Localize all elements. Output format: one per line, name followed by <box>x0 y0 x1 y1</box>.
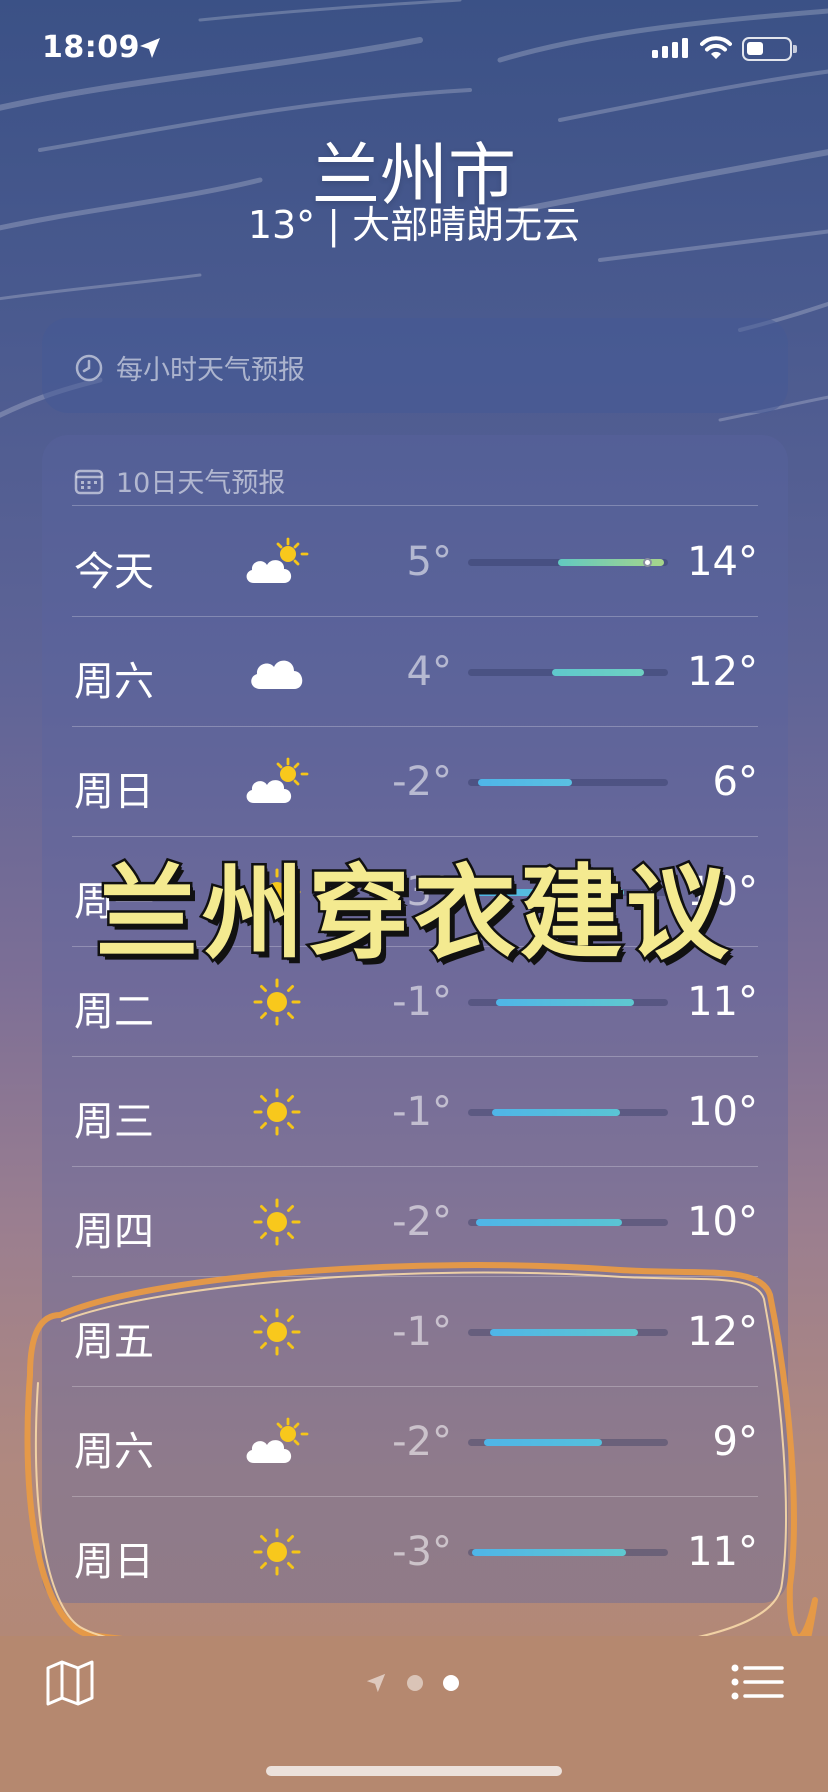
high-temperature: 6° <box>712 759 758 805</box>
low-temperature: 5° <box>406 539 452 585</box>
page-indicator[interactable] <box>365 1672 459 1694</box>
ten-day-forecast-header: 10日天气预报 <box>74 461 285 500</box>
battery-icon <box>742 37 797 61</box>
forecast-row[interactable]: 周日 -3° 11° <box>72 1497 758 1607</box>
forecast-day-label: 周四 <box>74 1209 154 1255</box>
high-temperature: 10° <box>687 1199 758 1245</box>
low-temperature: -1° <box>392 979 452 1025</box>
ten-day-forecast-card[interactable]: 10日天气预报 今天 5° 14° 周六 4° 12° 周日 -2° 6° 周一 -3° 10° 周二 -… <box>42 435 788 1603</box>
forecast-day-label: 周五 <box>74 1319 154 1365</box>
status-time: 18:09 <box>42 30 140 65</box>
temperature-range-fill <box>552 669 644 676</box>
temperature-range-bar <box>468 999 668 1006</box>
low-temperature: -2° <box>392 1199 452 1245</box>
temperature-range-bar <box>468 1329 668 1336</box>
location-arrow-icon <box>140 38 160 58</box>
high-temperature: 11° <box>687 1529 758 1575</box>
forecast-row[interactable]: 周五 -1° 12° <box>72 1277 758 1387</box>
forecast-row[interactable]: 周六 4° 12° <box>72 617 758 727</box>
ten-day-forecast-title: 10日天气预报 <box>116 468 286 499</box>
divider <box>72 505 758 506</box>
forecast-day-label: 今天 <box>74 549 154 595</box>
forecast-day-label: 周二 <box>74 989 154 1035</box>
temperature-range-fill <box>490 1329 638 1336</box>
temperature-range-bar <box>468 1109 668 1116</box>
overlay-caption: 兰州穿衣建议 <box>94 853 732 977</box>
hourly-forecast-header: 每小时天气预报 <box>74 348 305 387</box>
current-location-arrow-icon <box>366 1673 386 1693</box>
status-bar: 18:09 <box>0 0 828 100</box>
forecast-row[interactable]: 今天 5° 14° <box>72 507 758 617</box>
forecast-row[interactable]: 周四 -2° 10° <box>72 1167 758 1277</box>
partly-sunny-icon <box>244 537 310 587</box>
temperature-range-fill <box>476 1219 622 1226</box>
page-dot-active[interactable] <box>443 1675 459 1691</box>
sun-icon <box>244 977 310 1027</box>
temperature-range-fill <box>492 1109 620 1116</box>
high-temperature: 12° <box>687 1309 758 1355</box>
temperature-range-fill <box>496 999 634 1006</box>
temperature-range-bar <box>468 779 668 786</box>
temperature-range-bar <box>468 558 668 567</box>
calendar-icon <box>74 469 104 494</box>
hourly-forecast-title: 每小时天气预报 <box>116 355 305 386</box>
sun-icon <box>244 1307 310 1357</box>
forecast-day-label: 周六 <box>74 659 154 705</box>
forecast-day-label: 周三 <box>74 1099 154 1145</box>
high-temperature: 11° <box>687 979 758 1025</box>
sun-icon <box>244 1527 310 1577</box>
current-conditions: 13° | 大部晴朗无云 <box>247 203 581 247</box>
bottom-toolbar <box>0 1636 828 1792</box>
sun-icon <box>244 1087 310 1137</box>
forecast-day-label: 周日 <box>74 1539 154 1585</box>
hourly-forecast-card[interactable]: 每小时天气预报 <box>42 318 788 413</box>
low-temperature: -1° <box>392 1309 452 1355</box>
wifi-icon <box>700 36 732 59</box>
cloud-icon <box>244 647 310 697</box>
list-icon[interactable] <box>730 1658 786 1706</box>
high-temperature: 10° <box>687 1089 758 1135</box>
map-icon[interactable] <box>44 1658 96 1706</box>
forecast-day-label: 周六 <box>74 1429 154 1475</box>
temperature-range-bar <box>468 1549 668 1556</box>
low-temperature: -2° <box>392 1419 452 1465</box>
sun-icon <box>244 1197 310 1247</box>
partly-sunny-icon <box>244 1417 310 1467</box>
temperature-range-bar <box>468 1219 668 1226</box>
forecast-day-label: 周日 <box>74 769 154 815</box>
high-temperature: 14° <box>687 539 758 585</box>
current-temperature-marker <box>643 558 652 567</box>
low-temperature: -2° <box>392 759 452 805</box>
home-indicator <box>266 1766 562 1776</box>
forecast-row[interactable]: 周日 -2° 6° <box>72 727 758 837</box>
temperature-range-fill <box>484 1439 602 1446</box>
temperature-range-fill <box>478 779 572 786</box>
high-temperature: 9° <box>712 1419 758 1465</box>
cellular-signal-icon <box>652 38 688 58</box>
forecast-row[interactable]: 周六 -2° 9° <box>72 1387 758 1497</box>
low-temperature: 4° <box>406 649 452 695</box>
page-dot[interactable] <box>407 1675 423 1691</box>
low-temperature: -1° <box>392 1089 452 1135</box>
high-temperature: 12° <box>687 649 758 695</box>
clock-icon <box>75 354 103 381</box>
partly-sunny-icon <box>244 757 310 807</box>
forecast-row[interactable]: 周三 -1° 10° <box>72 1057 758 1167</box>
temperature-range-bar <box>468 1439 668 1446</box>
temperature-range-bar <box>468 669 668 676</box>
temperature-range-fill <box>472 1549 626 1556</box>
low-temperature: -3° <box>392 1529 452 1575</box>
